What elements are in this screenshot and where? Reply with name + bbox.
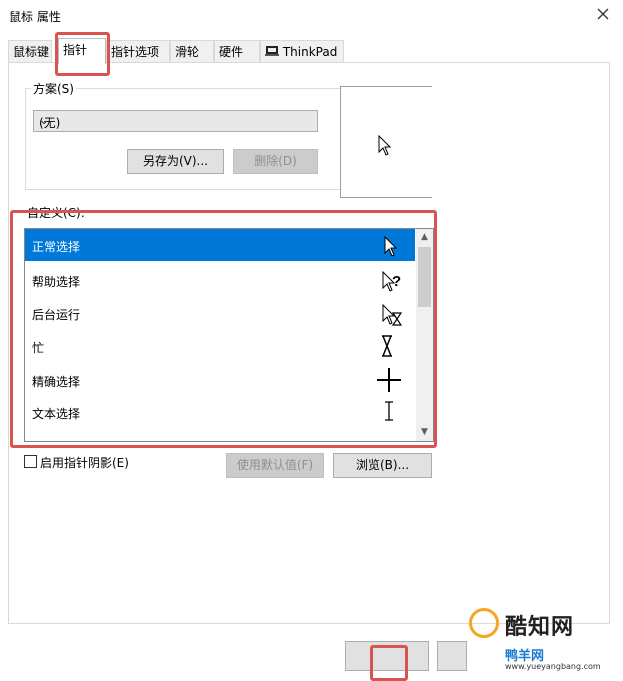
shadow-checkbox[interactable] <box>24 455 37 468</box>
crosshair-cursor-icon <box>377 368 401 392</box>
chevron-down-icon: ⌄ <box>39 113 50 127</box>
tab-label: ThinkPad <box>282 45 338 59</box>
tab-buttons[interactable]: 鼠标键 <box>8 40 52 62</box>
scroll-up-icon[interactable]: ▲ <box>416 229 433 246</box>
cancel-button[interactable] <box>437 641 467 671</box>
busy-hourglass-icon <box>381 335 393 357</box>
working-cursor-icon <box>382 303 403 326</box>
ok-button[interactable] <box>345 641 429 671</box>
save-as-button[interactable]: 另存为(V)... <box>127 149 224 174</box>
close-button[interactable] <box>593 4 613 24</box>
list-scrollbar[interactable]: ▲ ▼ <box>416 229 433 441</box>
list-item-label: 精确选择 <box>32 375 81 389</box>
scheme-group <box>25 88 360 190</box>
list-item[interactable]: 正常选择 <box>25 229 415 261</box>
list-item-label: 正常选择 <box>32 240 81 254</box>
watermark-brand: 酷知网 <box>505 615 575 640</box>
tab-wheel[interactable]: 滑轮 <box>170 40 214 62</box>
tab-hardware[interactable]: 硬件 <box>214 40 260 62</box>
preview-edge <box>432 86 436 198</box>
list-item-label: 后台运行 <box>32 308 81 322</box>
list-item[interactable]: 文本选择 <box>25 396 415 428</box>
tab-thinkpad[interactable]: ThinkPad <box>260 40 344 62</box>
watermark-logo-icon <box>469 608 499 638</box>
list-item[interactable]: 帮助选择 ? <box>25 264 415 296</box>
close-icon <box>597 8 609 20</box>
arrow-cursor-icon <box>384 235 398 257</box>
tab-pointer-options[interactable]: 指针选项 <box>106 40 170 62</box>
shadow-label: 启用指针阴影(E) <box>40 456 129 470</box>
tab-label: 指针 <box>63 43 88 57</box>
scroll-down-icon[interactable]: ▼ <box>416 424 433 441</box>
customize-label: 自定义(C): <box>27 206 85 220</box>
scroll-thumb[interactable] <box>418 247 431 307</box>
ibeam-cursor-icon <box>385 401 393 421</box>
tab-pointers[interactable]: 指针 <box>58 38 106 64</box>
title-bar: 鼠标 属性 <box>0 0 623 30</box>
list-item-label: 忙 <box>32 341 45 355</box>
cursor-list[interactable]: 正常选择 帮助选择 ? 后台运行 忙 精确选择 文本选择 ▲ ▼ <box>24 228 434 442</box>
scheme-select[interactable]: (无) ⌄ <box>33 110 318 132</box>
svg-text:?: ? <box>392 273 401 290</box>
tab-strip: 鼠标键 指针 指针选项 滑轮 硬件 ThinkPad <box>8 38 608 64</box>
tab-label: 鼠标键 <box>13 45 50 59</box>
list-item-label: 文本选择 <box>32 407 81 421</box>
use-default-button[interactable]: 使用默认值(F) <box>226 453 324 478</box>
tab-label: 指针选项 <box>111 45 160 59</box>
tab-label: 硬件 <box>219 45 244 59</box>
list-item[interactable]: 精确选择 <box>25 364 415 396</box>
cursor-preview <box>340 86 436 198</box>
list-item[interactable]: 后台运行 <box>25 297 415 329</box>
scheme-label: 方案(S) <box>31 80 76 97</box>
arrow-cursor-icon <box>378 135 392 156</box>
help-cursor-icon: ? <box>382 270 401 292</box>
list-item[interactable]: 忙 <box>25 330 415 362</box>
thinkpad-icon <box>265 42 279 56</box>
browse-button[interactable]: 浏览(B)... <box>333 453 432 478</box>
tab-label: 滑轮 <box>175 45 200 59</box>
window-title: 鼠标 属性 <box>9 10 61 24</box>
watermark-url: www.yueyangbang.com <box>505 662 601 671</box>
delete-button[interactable]: 删除(D) <box>233 149 318 174</box>
list-item-label: 帮助选择 <box>32 275 81 289</box>
